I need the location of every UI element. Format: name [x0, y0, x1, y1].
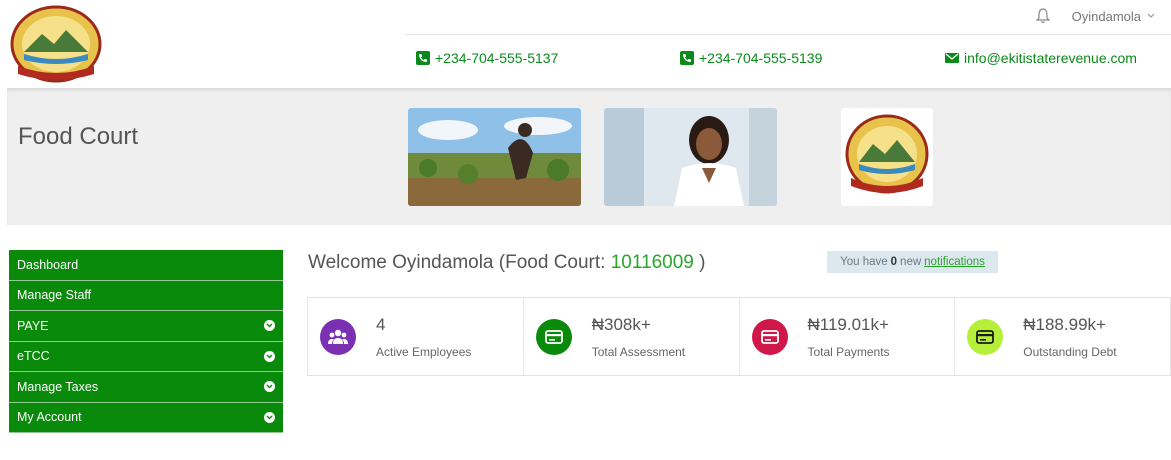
notifications-banner: You have 0 new notifications: [827, 251, 998, 273]
sidebar-item-label: eTCC: [17, 349, 50, 364]
notice-middle: new: [900, 256, 922, 268]
user-menu[interactable]: Oyindamola: [1072, 9, 1155, 24]
card-icon: [967, 318, 1004, 355]
stat-value: ₦308k+: [591, 314, 651, 334]
stat-label: Total Payments: [807, 344, 890, 359]
contact-phone-2-text: +234-704-555-5139: [699, 50, 823, 66]
top-bar: Oyindamola +234-704-555-5137 +234-704-55…: [0, 0, 1171, 88]
welcome-suffix: ): [693, 252, 706, 273]
stat-value: ₦119.01k+: [807, 314, 889, 334]
phone-icon: [416, 51, 430, 65]
stat-outstanding-debt: ₦188.99k+ Outstanding Debt: [955, 298, 1170, 375]
user-bar: Oyindamola: [1035, 8, 1155, 24]
sidebar-item-dashboard[interactable]: Dashboard: [9, 250, 283, 281]
bell-icon[interactable]: [1035, 8, 1050, 24]
chevron-down-icon: [264, 320, 275, 332]
users-icon: [320, 318, 356, 355]
sidebar-item-label: Manage Taxes: [17, 379, 99, 394]
page-banner: Food Court: [7, 88, 1171, 225]
sidebar-nav: Dashboard Manage Staff PAYE eTCC Manage …: [9, 250, 283, 433]
doctor-image: [604, 108, 777, 206]
notice-prefix: You have: [840, 256, 888, 268]
envelope-icon: [945, 53, 959, 63]
contact-phone-2[interactable]: +234-704-555-5139: [680, 50, 822, 66]
stat-value: 4: [376, 314, 386, 334]
stat-active-employees: 4 Active Employees: [308, 298, 524, 375]
contact-phone-1-text: +234-704-555-5137: [435, 50, 559, 66]
sidebar-item-label: Manage Staff: [17, 288, 92, 303]
chevron-down-icon: [264, 381, 275, 393]
ekiti-state-logo[interactable]: [8, 4, 104, 84]
welcome-prefix: Welcome Oyindamola (Food Court:: [308, 252, 611, 273]
chevron-down-icon: [1147, 13, 1155, 18]
sidebar-item-manage-staff[interactable]: Manage Staff: [9, 280, 283, 311]
stat-total-payments: ₦119.01k+ Total Payments: [740, 298, 956, 375]
sidebar-item-label: My Account: [17, 410, 82, 425]
farmer-image: [408, 108, 581, 206]
phone-icon: [680, 51, 694, 65]
ekiti-seal-image: [841, 108, 933, 206]
stat-label: Outstanding Debt: [1023, 344, 1117, 359]
stat-label: Total Assessment: [591, 344, 686, 359]
stat-total-assessment: ₦308k+ Total Assessment: [524, 298, 740, 375]
user-name: Oyindamola: [1071, 8, 1141, 24]
sidebar-item-paye[interactable]: PAYE: [9, 311, 283, 342]
sidebar-item-manage-taxes[interactable]: Manage Taxes: [9, 372, 283, 403]
sidebar-item-label: PAYE: [17, 318, 49, 333]
card-icon: [535, 318, 572, 355]
sidebar-item-label: Dashboard: [17, 257, 79, 272]
chevron-down-icon: [264, 411, 275, 423]
notifications-link[interactable]: notifications: [924, 256, 985, 268]
notification-count: 0: [890, 256, 898, 268]
contact-email[interactable]: info@ekitistaterevenue.com: [945, 50, 1137, 66]
stats-panel: 4 Active Employees ₦308k+ Total Assessme…: [307, 297, 1171, 376]
contact-phone-1[interactable]: +234-704-555-5137: [416, 50, 558, 66]
stat-value: ₦188.99k+: [1023, 314, 1106, 334]
card-icon: [751, 318, 788, 355]
sidebar-item-my-account[interactable]: My Account: [9, 402, 283, 433]
stat-label: Active Employees: [376, 344, 472, 359]
chevron-down-icon: [264, 350, 275, 362]
contact-email-text: info@ekitistaterevenue.com: [964, 50, 1137, 66]
business-code: 10116009: [610, 252, 694, 273]
header-divider: [405, 34, 1171, 35]
sidebar-item-etcc[interactable]: eTCC: [9, 341, 283, 372]
page-title: Food Court: [18, 123, 139, 150]
welcome-message: Welcome Oyindamola (Food Court: 10116009…: [308, 252, 705, 274]
